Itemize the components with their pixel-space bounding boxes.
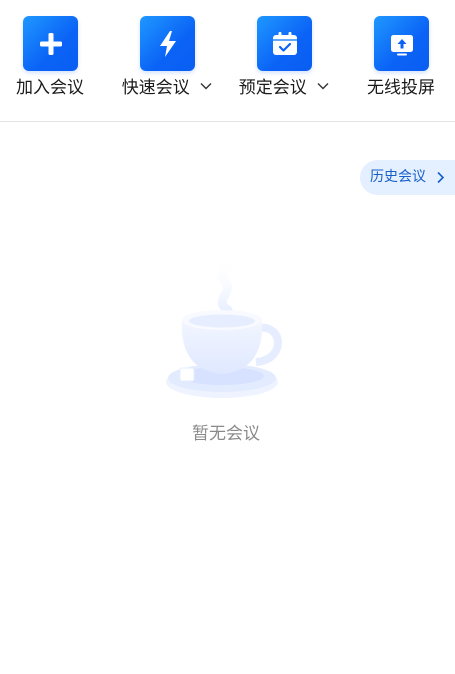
- schedule-meeting-tile[interactable]: [257, 16, 312, 71]
- wireless-cast-button[interactable]: 无线投屏: [346, 16, 455, 106]
- history-meetings-label: 历史会议: [370, 169, 426, 185]
- wireless-cast-label: 无线投屏: [367, 78, 435, 98]
- quick-meeting-label: 快速会议: [112, 77, 222, 99]
- join-meeting-tile[interactable]: [23, 16, 78, 71]
- schedule-meeting-button[interactable]: 预定会议: [229, 16, 339, 106]
- calendar-check-icon: [272, 31, 297, 55]
- history-meetings-button[interactable]: 历史会议: [360, 160, 455, 195]
- quick-meeting-tile[interactable]: [140, 16, 195, 71]
- coffee-cup-illustration: [166, 251, 282, 398]
- plus-icon: [39, 32, 62, 55]
- quick-meeting-button[interactable]: 快速会议: [112, 16, 222, 106]
- wireless-cast-tile[interactable]: [374, 16, 429, 71]
- lightning-icon: [159, 30, 176, 57]
- chevron-down-icon[interactable]: [317, 82, 329, 90]
- empty-state-text: 暂无会议: [192, 424, 260, 444]
- toolbar-divider: [0, 121, 455, 122]
- screen-cast-icon: [390, 34, 413, 55]
- action-toolbar: 加入会议 快速会议 预定会议 无线投屏: [0, 0, 455, 121]
- join-meeting-button[interactable]: 加入会议: [0, 16, 105, 106]
- chevron-right-icon: [437, 171, 445, 184]
- schedule-meeting-label: 预定会议: [229, 77, 339, 99]
- chevron-down-icon[interactable]: [200, 82, 212, 90]
- join-meeting-label: 加入会议: [16, 78, 84, 98]
